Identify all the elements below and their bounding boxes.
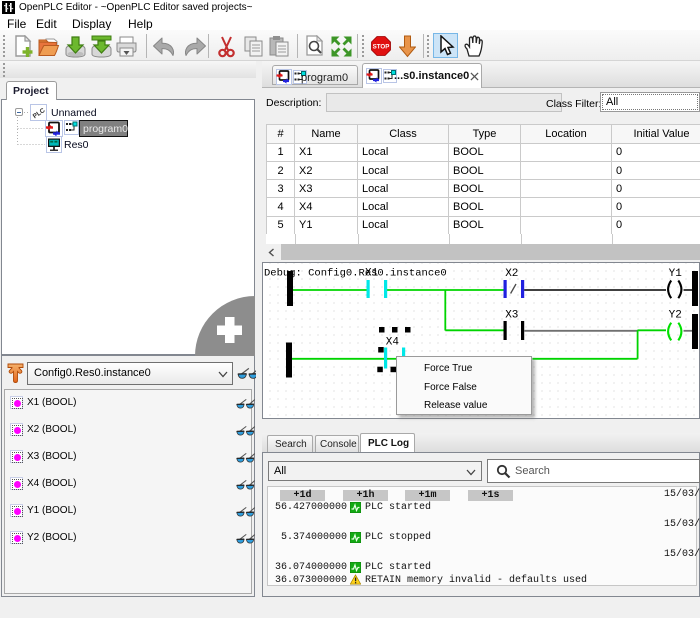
svg-text:X2: X2 — [505, 268, 518, 280]
svg-text:Y2: Y2 — [669, 310, 682, 322]
svg-text:STOP: STOP — [373, 44, 390, 51]
svg-text:X3: X3 — [505, 310, 518, 322]
svg-text:X4: X4 — [386, 337, 400, 349]
svg-text:Y1: Y1 — [669, 268, 683, 280]
